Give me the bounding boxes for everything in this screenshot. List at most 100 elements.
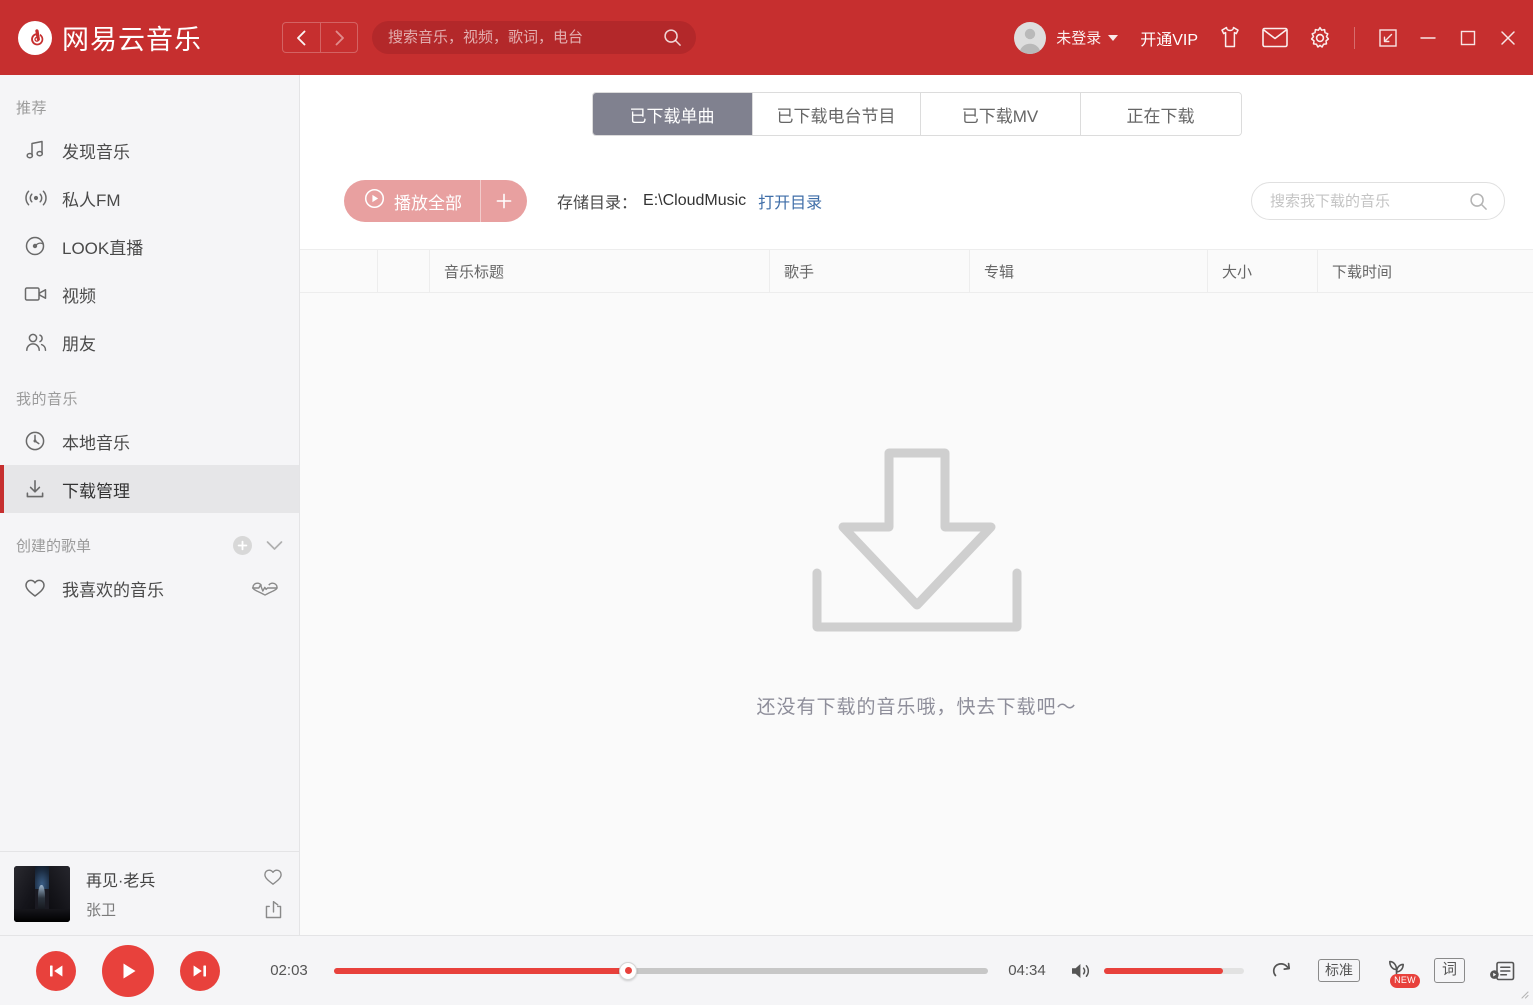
- maximize-icon[interactable]: [1459, 29, 1477, 47]
- sidebar-item-label: 下载管理: [62, 477, 130, 502]
- album-cover-art[interactable]: [14, 866, 70, 922]
- main-content: 已下载单曲 已下载电台节目 已下载MV 正在下载 播放全部: [300, 75, 1533, 935]
- mini-mode-icon[interactable]: [1379, 29, 1397, 47]
- app-logo[interactable]: 网易云音乐: [0, 18, 282, 57]
- minimize-icon[interactable]: [1419, 29, 1437, 47]
- global-search-box[interactable]: [372, 21, 696, 54]
- new-badge: NEW: [1390, 974, 1420, 987]
- play-icon: [116, 959, 140, 983]
- nav-forward-button[interactable]: [320, 22, 358, 53]
- skip-next-icon: [190, 961, 210, 981]
- open-directory-link[interactable]: 打开目录: [758, 189, 822, 213]
- column-header-download-time[interactable]: 下载时间: [1318, 250, 1533, 292]
- add-to-playlist-button[interactable]: [481, 180, 527, 222]
- sidebar-item-personal-fm[interactable]: 私人FM: [0, 174, 299, 222]
- tab-downloaded-songs[interactable]: 已下载单曲: [593, 93, 753, 135]
- sidebar-item-label: LOOK直播: [62, 234, 143, 259]
- header-right-controls: 未登录 开通VIP: [1014, 0, 1533, 75]
- sidebar-item-label: 本地音乐: [62, 429, 130, 454]
- now-playing-meta: 再见·老兵 张卫: [86, 867, 263, 920]
- now-playing-title[interactable]: 再见·老兵: [86, 867, 263, 891]
- live-eye-icon: [24, 235, 54, 257]
- share-icon[interactable]: [264, 900, 283, 919]
- tab-downloaded-mv[interactable]: 已下载MV: [921, 93, 1081, 135]
- app-window: 网易云音乐 未登录 开通VIP: [0, 0, 1533, 1005]
- mail-icon[interactable]: [1262, 27, 1288, 48]
- sidebar-item-local-music[interactable]: 本地音乐: [0, 417, 299, 465]
- play-all-main[interactable]: 播放全部: [344, 180, 481, 222]
- list-toolbar: 播放全部 存储目录： E:\CloudMusic 打开目录: [300, 153, 1533, 249]
- column-header-title[interactable]: 音乐标题: [430, 250, 770, 292]
- heart-outline-icon[interactable]: [263, 868, 283, 886]
- volume-icon[interactable]: [1070, 961, 1092, 981]
- radio-wave-icon: [24, 187, 54, 209]
- chevron-left-icon: [296, 30, 307, 46]
- sidebar-item-video[interactable]: 视频: [0, 270, 299, 318]
- volume-slider[interactable]: [1104, 968, 1244, 974]
- column-header-album[interactable]: 专辑: [970, 250, 1208, 292]
- local-search-box[interactable]: [1251, 182, 1505, 220]
- sidebar-item-label: 视频: [62, 282, 96, 307]
- sidebar: 推荐 发现音乐 私人FM LOOK: [0, 75, 300, 935]
- player-bar: 02:03 04:34 标准 NEW 词: [0, 935, 1533, 1005]
- global-search-input[interactable]: [388, 29, 663, 46]
- column-header-index: [378, 250, 430, 292]
- now-playing-artist[interactable]: 张卫: [86, 899, 263, 920]
- nav-back-button[interactable]: [282, 22, 320, 53]
- video-camera-icon: [24, 284, 54, 304]
- storage-directory-path: E:\CloudMusic: [643, 192, 746, 210]
- local-search-input[interactable]: [1270, 193, 1469, 210]
- plus-circle-icon[interactable]: [233, 536, 252, 555]
- playlist-section-header: 创建的歌单: [0, 513, 299, 564]
- app-body: 推荐 发现音乐 私人FM LOOK: [0, 75, 1533, 935]
- play-pause-button[interactable]: [102, 945, 154, 997]
- sidebar-item-friends[interactable]: 朋友: [0, 318, 299, 366]
- search-icon[interactable]: [1469, 192, 1488, 211]
- previous-track-button[interactable]: [36, 951, 76, 991]
- storage-directory-label: 存储目录：: [557, 189, 637, 213]
- tshirt-store-icon[interactable]: [1218, 25, 1242, 50]
- avatar[interactable]: [1014, 22, 1046, 54]
- sidebar-item-discover[interactable]: 发现音乐: [0, 126, 299, 174]
- open-vip-button[interactable]: 开通VIP: [1140, 26, 1198, 50]
- column-header-artist[interactable]: 歌手: [770, 250, 970, 292]
- total-time-label: 04:34: [1000, 962, 1054, 979]
- play-circle-icon: [364, 188, 385, 214]
- sidebar-item-look-live[interactable]: LOOK直播: [0, 222, 299, 270]
- sidebar-item-label: 私人FM: [62, 186, 121, 211]
- header-divider: [1354, 27, 1355, 49]
- sidebar-item-download-manager[interactable]: 下载管理: [0, 465, 299, 513]
- heart-icon: [24, 578, 54, 598]
- gear-icon[interactable]: [1308, 26, 1332, 50]
- chevron-down-icon[interactable]: [266, 540, 283, 551]
- sprout-effect-button[interactable]: NEW: [1384, 959, 1410, 983]
- progress-fill: [334, 968, 628, 974]
- playlist-icon[interactable]: [1489, 960, 1515, 982]
- audio-quality-button[interactable]: 标准: [1318, 959, 1360, 983]
- play-all-button[interactable]: 播放全部: [344, 180, 527, 222]
- tab-downloaded-radio[interactable]: 已下载电台节目: [753, 93, 921, 135]
- volume-fill: [1104, 968, 1223, 974]
- close-icon[interactable]: [1499, 29, 1517, 47]
- disc-clock-icon: [24, 430, 54, 452]
- progress-slider[interactable]: [334, 968, 988, 974]
- progress-knob[interactable]: [619, 962, 637, 980]
- playlist-item-my-favorites[interactable]: 我喜欢的音乐: [0, 564, 299, 612]
- resize-grip[interactable]: [1518, 988, 1529, 1002]
- heartbeat-icon[interactable]: [251, 579, 279, 597]
- next-track-button[interactable]: [180, 951, 220, 991]
- login-status-label[interactable]: 未登录: [1056, 27, 1101, 48]
- column-header-size[interactable]: 大小: [1208, 250, 1318, 292]
- nav-arrows: [282, 22, 358, 53]
- search-icon[interactable]: [663, 28, 682, 47]
- column-header-checkbox[interactable]: [300, 250, 378, 292]
- lyrics-button[interactable]: 词: [1434, 958, 1465, 983]
- tab-downloading[interactable]: 正在下载: [1081, 93, 1241, 135]
- download-tray-icon: [809, 445, 1025, 640]
- repeat-icon[interactable]: [1270, 960, 1294, 982]
- plus-icon: [495, 192, 513, 210]
- sidebar-section-title-my-music: 我的音乐: [0, 366, 299, 417]
- sidebar-item-label: 朋友: [62, 330, 96, 355]
- caret-down-icon[interactable]: [1108, 35, 1118, 41]
- friends-icon: [24, 331, 54, 353]
